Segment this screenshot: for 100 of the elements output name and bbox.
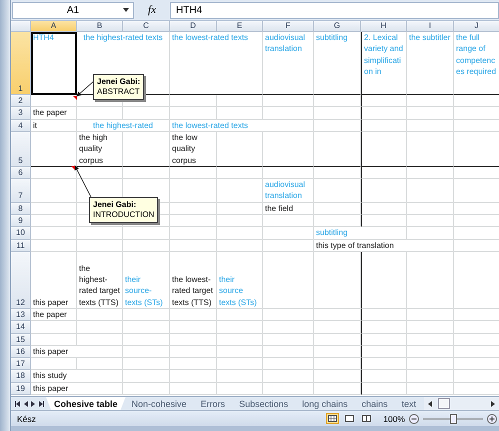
column-header[interactable]: J — [454, 21, 499, 32]
row-header[interactable]: 13 — [11, 308, 31, 322]
table-cell — [263, 166, 314, 180]
column-header[interactable]: H — [361, 21, 407, 32]
table-cell — [170, 321, 217, 334]
table-cell — [170, 95, 217, 108]
column-header[interactable]: B — [77, 21, 123, 32]
table-cell: subtitling — [314, 227, 407, 240]
table-cell — [407, 120, 454, 132]
table-cell — [77, 358, 123, 370]
row-header[interactable]: 15 — [11, 334, 31, 346]
arrow-icon[interactable] — [39, 400, 44, 406]
sheet-tab[interactable]: Errors — [192, 397, 234, 410]
arrow-icon[interactable] — [15, 400, 20, 406]
table-cell — [170, 308, 217, 322]
table-cell — [31, 334, 77, 346]
table-cell — [361, 215, 407, 228]
table-cell — [123, 308, 170, 322]
row-header[interactable]: 11 — [11, 240, 31, 252]
row-header[interactable]: 6 — [11, 166, 31, 180]
zoom-slider-thumb[interactable] — [450, 414, 457, 424]
column-header[interactable]: D — [170, 21, 217, 32]
table-cell — [123, 227, 170, 240]
table-cell — [77, 227, 123, 240]
function-label[interactable]: fx — [138, 4, 166, 16]
column-header[interactable]: G — [314, 21, 361, 32]
scroll-left-icon[interactable] — [428, 400, 432, 406]
row-header[interactable]: 5 — [11, 132, 31, 167]
column-header[interactable]: F — [263, 21, 314, 32]
comment-text: ABSTRACT — [97, 87, 140, 97]
row-header[interactable]: 8 — [11, 202, 31, 216]
scroll-thumb[interactable] — [438, 398, 450, 409]
formula-field[interactable]: HTH4 — [170, 2, 499, 18]
row-header[interactable]: 14 — [11, 321, 31, 334]
table-cell — [314, 346, 361, 358]
table-cell — [314, 132, 361, 167]
page-break-view-icon[interactable] — [360, 413, 374, 424]
row-header[interactable]: 16 — [11, 346, 31, 358]
table-cell: 2. Lexical variety and simplification in — [361, 32, 407, 95]
table-cell: it — [31, 120, 77, 132]
row-header[interactable]: 10 — [11, 227, 31, 240]
row-header[interactable]: 7 — [11, 179, 31, 203]
table-cell — [407, 215, 454, 228]
table-cell: HTH4 — [31, 32, 77, 95]
table-cell — [31, 166, 77, 180]
table-cell — [361, 95, 407, 108]
grid-view-icon[interactable] — [326, 413, 340, 424]
comment-author: Jenei Gabi: — [93, 200, 138, 210]
table-cell — [314, 252, 361, 309]
zoom-level[interactable]: 100% — [383, 414, 405, 424]
table-cell — [263, 107, 314, 120]
column-header[interactable]: E — [217, 21, 263, 32]
name-box[interactable]: A1 — [12, 2, 134, 18]
row-header[interactable]: 18 — [11, 370, 31, 383]
table-cell — [407, 107, 454, 120]
row-header[interactable]: 4 — [11, 120, 31, 132]
table-cell — [31, 321, 77, 334]
page-view-icon[interactable] — [343, 413, 356, 424]
sheet-tab[interactable]: long chains — [294, 397, 356, 410]
table-cell — [263, 215, 314, 228]
table-cell — [217, 370, 263, 383]
row-header[interactable]: 19 — [11, 382, 31, 396]
row-header[interactable]: 9 — [11, 215, 31, 228]
table-cell — [31, 95, 77, 108]
sheet-tab[interactable]: chains — [354, 397, 396, 410]
scroll-right-icon[interactable] — [491, 400, 495, 406]
zoom-in-icon[interactable] — [487, 414, 497, 424]
sheet-tab[interactable]: Subsections — [231, 397, 296, 410]
table-cell — [454, 334, 499, 346]
column-header[interactable]: I — [407, 21, 454, 32]
dropdown-icon[interactable] — [123, 8, 129, 12]
table-cell: the highest-rated target texts (TTS) — [77, 252, 123, 309]
row-header[interactable]: 1 — [11, 32, 31, 95]
row-header[interactable]: 12 — [11, 252, 31, 309]
table-cell — [170, 334, 217, 346]
table-cell — [170, 215, 217, 228]
table-cell — [314, 95, 361, 108]
column-header[interactable]: A — [31, 21, 77, 32]
sheet-tab[interactable]: text — [394, 397, 424, 410]
table-cell — [263, 334, 314, 346]
row-header[interactable]: 2 — [11, 95, 31, 108]
table-cell — [31, 179, 77, 203]
table-cell — [31, 240, 77, 252]
table-cell — [77, 308, 123, 322]
table-cell: this paper — [31, 346, 123, 358]
table-cell — [217, 308, 263, 322]
horizontal-scrollbar[interactable] — [424, 397, 499, 410]
table-cell — [217, 179, 263, 203]
zoom-out-icon[interactable] — [409, 414, 419, 424]
sheet-tab[interactable]: Cohesive table — [46, 397, 126, 410]
table-cell — [314, 370, 361, 383]
table-cell — [361, 346, 407, 358]
table-cell — [314, 308, 361, 322]
table-cell: the lowest-rated texts — [170, 120, 314, 132]
row-header[interactable]: 3 — [11, 107, 31, 120]
column-header[interactable]: C — [123, 21, 170, 32]
row-header[interactable]: 17 — [11, 358, 31, 370]
table-cell: this study — [31, 370, 123, 383]
table-cell — [361, 252, 407, 309]
sheet-tab[interactable]: Non-cohesive — [124, 397, 195, 410]
